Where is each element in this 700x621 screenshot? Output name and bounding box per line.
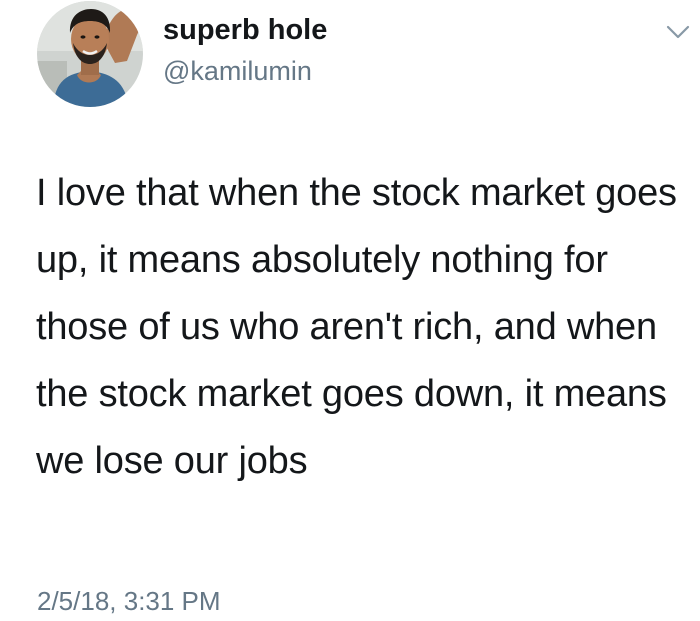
tweet-card: superb hole @kamilumin I love that when …	[0, 0, 700, 621]
tweet-text: I love that when the stock market goes u…	[36, 172, 677, 482]
profile-photo-icon	[37, 1, 143, 107]
chevron-down-icon[interactable]	[663, 22, 693, 42]
tweet-timestamp[interactable]: 2/5/18, 3:31 PM	[37, 586, 221, 617]
user-handle[interactable]: @kamilumin	[163, 56, 312, 87]
display-name[interactable]: superb hole	[163, 14, 327, 47]
avatar[interactable]	[37, 1, 143, 107]
